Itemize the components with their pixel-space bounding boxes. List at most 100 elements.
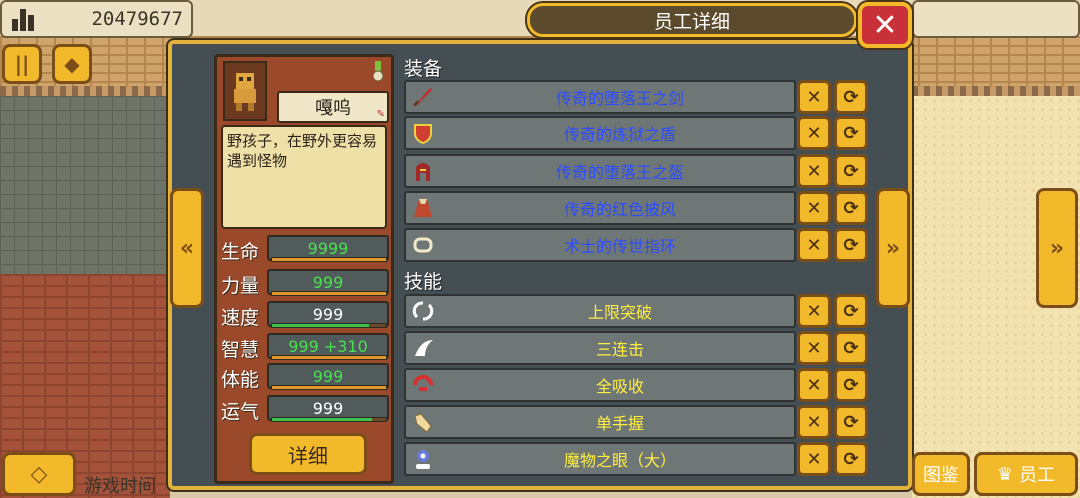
equipment-name: 术士的传世指环	[563, 237, 676, 256]
staff-button[interactable]: ♛ 员工	[974, 452, 1078, 496]
staff-label: 员工	[1019, 465, 1056, 486]
equipment-row[interactable]: 传奇的炼狱之盾	[404, 116, 796, 150]
crown-icon: ♛	[996, 463, 1014, 485]
building-icon	[10, 7, 36, 31]
swap-skill-button[interactable]: ⟳	[834, 368, 868, 402]
unequip-button[interactable]: ✕	[797, 191, 831, 225]
swap-button[interactable]: ⟳	[834, 154, 868, 188]
cross-icon: ✕	[806, 374, 822, 396]
swap-button[interactable]: ⟳	[834, 191, 868, 225]
stat-bar	[271, 417, 387, 422]
unequip-button[interactable]: ✕	[797, 228, 831, 262]
swap-skill-button[interactable]: ⟳	[834, 442, 868, 476]
swap-button[interactable]: ⟳	[834, 116, 868, 150]
stat-bar	[271, 385, 387, 390]
swap-icon: ⟳	[843, 86, 859, 108]
swap-button[interactable]: ⟳	[834, 80, 868, 114]
skill-row[interactable]: 上限突破	[404, 294, 796, 328]
stat-bar	[271, 323, 387, 328]
cape-icon	[409, 195, 437, 221]
cross-icon: ✕	[806, 411, 822, 433]
cross-icon: ✕	[806, 234, 822, 256]
money-value: 20479677	[91, 8, 183, 30]
swap-skill-button[interactable]: ⟳	[834, 294, 868, 328]
swap-icon: ⟳	[843, 448, 859, 470]
remove-skill-button[interactable]: ✕	[797, 368, 831, 402]
next-page-button[interactable]: »	[1036, 188, 1078, 308]
character-portrait	[223, 61, 267, 121]
remove-skill-button[interactable]: ✕	[797, 442, 831, 476]
swap-icon: ⟳	[843, 374, 859, 396]
cross-icon: ✕	[806, 448, 822, 470]
money-display: 20479677	[0, 0, 193, 38]
encyclopedia-button[interactable]: 图鉴	[912, 452, 970, 496]
close-icon: ✕	[872, 7, 898, 43]
skill-name: 上限突破	[587, 303, 652, 322]
previous-staff-button[interactable]: «	[170, 188, 204, 308]
game-time-label: 游戏时间	[84, 476, 156, 497]
skill-row[interactable]: 单手握	[404, 405, 796, 439]
equipment-row[interactable]: 传奇的堕落王之盔	[404, 154, 796, 188]
next-staff-button[interactable]: »	[876, 188, 910, 308]
map-button[interactable]: ◇	[2, 452, 76, 496]
unequip-button[interactable]: ✕	[797, 80, 831, 114]
remove-skill-button[interactable]: ✕	[797, 405, 831, 439]
skill-name: 魔物之眼（大）	[563, 451, 676, 470]
detail-button[interactable]: 详细	[249, 433, 367, 475]
one-hand-icon	[409, 409, 437, 435]
pencil-icon: ✎	[376, 109, 385, 120]
swap-skill-button[interactable]: ⟳	[834, 405, 868, 439]
stat-bar	[271, 355, 387, 360]
stat-label: 运气	[221, 401, 260, 423]
triple-strike-icon	[409, 335, 437, 361]
equipment-row[interactable]: 传奇的红色披风	[404, 191, 796, 225]
detail-button-label: 详细	[288, 443, 328, 468]
stat-bar	[271, 291, 387, 296]
equipment-row[interactable]: 术士的传世指环	[404, 228, 796, 262]
skill-row[interactable]: 全吸收	[404, 368, 796, 402]
remove-skill-button[interactable]: ✕	[797, 331, 831, 365]
equipment-name: 传奇的炼狱之盾	[563, 125, 676, 144]
character-description: 野孩子，在野外更容易遇到怪物	[221, 125, 387, 229]
unequip-button[interactable]: ✕	[797, 154, 831, 188]
shield-icon	[409, 120, 437, 146]
dice-icon: ◇	[30, 461, 48, 487]
limit-break-icon	[409, 298, 437, 324]
pill-icon: ◆	[64, 52, 80, 76]
skill-row[interactable]: 魔物之眼（大）	[404, 442, 796, 476]
stat-label: 速度	[221, 307, 260, 329]
stat-bar	[271, 257, 387, 262]
speed-button[interactable]: ◆	[52, 44, 92, 84]
swap-icon: ⟳	[843, 411, 859, 433]
equipment-row[interactable]: 传奇的堕落王之剑	[404, 80, 796, 114]
skill-name: 三连击	[595, 340, 644, 359]
swap-icon: ⟳	[843, 234, 859, 256]
character-name: 嘎呜	[315, 98, 351, 119]
swap-button[interactable]: ⟳	[834, 228, 868, 262]
cross-icon: ✕	[806, 337, 822, 359]
stat-row-stamina: 体能 999	[221, 363, 391, 395]
remove-skill-button[interactable]: ✕	[797, 294, 831, 328]
swap-icon: ⟳	[843, 300, 859, 322]
swap-icon: ⟳	[843, 197, 859, 219]
swap-icon: ⟳	[843, 337, 859, 359]
ring-icon	[409, 232, 437, 258]
pause-button[interactable]: ||	[2, 44, 42, 84]
swap-skill-button[interactable]: ⟳	[834, 331, 868, 365]
character-name-field[interactable]: 嘎呜 ✎	[277, 91, 389, 123]
cross-icon: ✕	[806, 300, 822, 322]
close-button[interactable]: ✕	[858, 2, 912, 48]
double-chevron-right-icon: »	[885, 235, 901, 261]
sword-icon	[409, 84, 437, 110]
helmet-icon	[409, 158, 437, 184]
lion-warrior-icon	[234, 73, 256, 111]
skill-row[interactable]: 三连击	[404, 331, 796, 365]
cross-icon: ✕	[806, 160, 822, 182]
skill-name: 全吸收	[595, 377, 644, 396]
absorb-icon	[409, 372, 437, 398]
unequip-button[interactable]: ✕	[797, 116, 831, 150]
stat-label: 生命	[221, 241, 260, 263]
double-chevron-left-icon: «	[179, 235, 195, 261]
double-chevron-right-icon: »	[1049, 235, 1065, 261]
skill-name: 单手握	[595, 414, 644, 433]
